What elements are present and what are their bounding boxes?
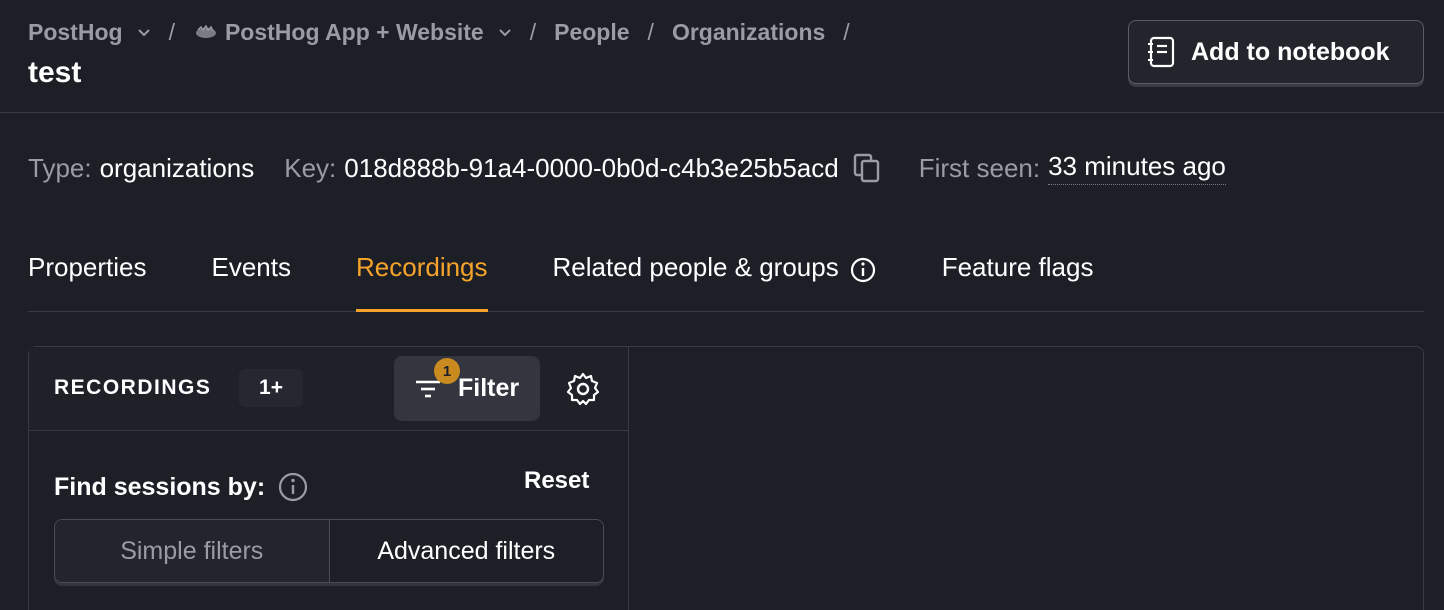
- tab-properties[interactable]: Properties: [28, 246, 147, 312]
- notebook-icon: [1148, 36, 1175, 68]
- breadcrumb-separator: /: [529, 18, 537, 45]
- recordings-count-badge: 1+: [239, 369, 303, 407]
- hedgehog-icon: [195, 25, 216, 38]
- tab-recordings[interactable]: Recordings: [356, 246, 488, 312]
- recordings-title: RECORDINGS: [54, 376, 212, 399]
- group-meta: Type: organizations Key: 018d888b-91a4-0…: [28, 150, 1226, 186]
- key-label: Key:: [284, 152, 337, 183]
- recordings-panel: RECORDINGS 1+ Filter 1 Find sessions by:: [28, 346, 1424, 610]
- tab-events[interactable]: Events: [212, 246, 292, 312]
- page-title: test: [28, 56, 82, 89]
- tab-related-people-groups[interactable]: Related people & groups: [553, 246, 877, 312]
- first-seen-value[interactable]: 33 minutes ago: [1048, 151, 1226, 185]
- tab-feature-flags[interactable]: Feature flags: [942, 246, 1094, 312]
- chevron-down-icon: [499, 29, 511, 37]
- advanced-filters-option[interactable]: Advanced filters: [328, 520, 603, 582]
- breadcrumb-organizations[interactable]: Organizations: [672, 19, 825, 46]
- breadcrumb-org[interactable]: PostHog: [28, 19, 151, 46]
- breadcrumb-project-label: PostHog App + Website: [224, 18, 484, 45]
- breadcrumb-separator: /: [843, 18, 850, 45]
- find-sessions-text: Find sessions by:: [54, 472, 266, 501]
- filter-count-badge: 1: [434, 358, 460, 384]
- type-value: organizations: [99, 152, 255, 183]
- breadcrumb-separator: /: [647, 18, 654, 45]
- add-to-notebook-button[interactable]: Add to notebook: [1128, 20, 1424, 84]
- add-to-notebook-label: Add to notebook: [1191, 37, 1390, 66]
- key-value: 018d888b-91a4-0000-0b0d-c4b3e25b5acd: [344, 152, 839, 183]
- type-label: Type:: [28, 152, 92, 183]
- info-icon[interactable]: [277, 471, 309, 503]
- recordings-sidebar: RECORDINGS 1+ Filter 1 Find sessions by:: [29, 347, 629, 610]
- breadcrumb-separator: /: [168, 18, 175, 45]
- reset-button[interactable]: Reset: [524, 467, 589, 495]
- top-bar: PostHog / PostHog App + Website / People…: [0, 0, 1444, 113]
- recordings-header: RECORDINGS 1+ Filter 1: [29, 347, 628, 431]
- filter-button[interactable]: Filter 1: [394, 356, 540, 421]
- breadcrumb: PostHog / PostHog App + Website / People…: [28, 16, 868, 48]
- chevron-down-icon: [137, 29, 150, 37]
- info-icon: [850, 257, 875, 283]
- simple-filters-option[interactable]: Simple filters: [55, 520, 329, 582]
- filter-label: Filter: [458, 374, 520, 402]
- filter-mode-toggle: Simple filters Advanced filters: [54, 519, 604, 583]
- tab-bar: Properties Events Recordings Related peo…: [28, 246, 1424, 312]
- gear-icon[interactable]: [565, 371, 601, 407]
- breadcrumb-people[interactable]: People: [554, 19, 629, 46]
- tab-related-label: Related people & groups: [552, 252, 839, 282]
- copy-icon[interactable]: [853, 153, 881, 183]
- find-sessions-label: Find sessions by:: [54, 471, 309, 503]
- breadcrumb-project[interactable]: PostHog App + Website: [193, 19, 512, 46]
- breadcrumb-org-label: PostHog: [28, 18, 123, 45]
- first-seen-label: First seen:: [918, 152, 1041, 183]
